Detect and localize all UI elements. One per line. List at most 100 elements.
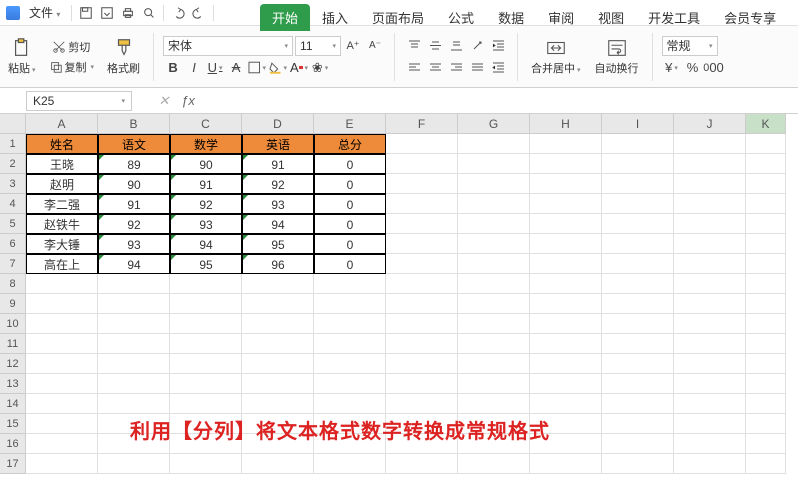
cell[interactable] [530, 454, 602, 474]
cell[interactable] [602, 254, 674, 274]
align-right-icon[interactable] [446, 58, 466, 78]
cell[interactable] [746, 434, 786, 454]
cell[interactable]: 92 [170, 194, 242, 214]
cell[interactable]: 王晓 [26, 154, 98, 174]
col-header-E[interactable]: E [314, 114, 386, 134]
cell[interactable] [98, 274, 170, 294]
cell[interactable] [746, 294, 786, 314]
cell[interactable]: 90 [170, 154, 242, 174]
merge-center-button[interactable]: 合并居中▾ [527, 35, 585, 78]
cell[interactable] [386, 454, 458, 474]
cell[interactable] [170, 374, 242, 394]
cell[interactable] [530, 214, 602, 234]
cell[interactable] [746, 214, 786, 234]
cell[interactable] [458, 194, 530, 214]
cell[interactable] [26, 434, 98, 454]
cell[interactable]: 96 [242, 254, 314, 274]
font-color-button[interactable]: A▾ [289, 58, 309, 78]
cell[interactable] [386, 334, 458, 354]
cell[interactable] [674, 354, 746, 374]
cell[interactable]: 赵明 [26, 174, 98, 194]
cell[interactable] [26, 394, 98, 414]
cell[interactable] [26, 274, 98, 294]
align-bottom-icon[interactable] [446, 36, 466, 56]
cell[interactable] [530, 134, 602, 154]
cell[interactable] [530, 154, 602, 174]
cell[interactable]: 0 [314, 234, 386, 254]
cell[interactable] [674, 154, 746, 174]
col-header-I[interactable]: I [602, 114, 674, 134]
cell[interactable] [170, 454, 242, 474]
cell[interactable] [170, 354, 242, 374]
cell[interactable] [98, 454, 170, 474]
cell[interactable] [26, 414, 98, 434]
cell[interactable] [530, 254, 602, 274]
cell[interactable]: 语文 [98, 134, 170, 154]
align-top-icon[interactable] [404, 36, 424, 56]
cell[interactable] [386, 214, 458, 234]
cell[interactable] [602, 434, 674, 454]
cell[interactable] [674, 434, 746, 454]
row-header[interactable]: 13 [0, 374, 26, 394]
file-menu[interactable]: 文件 ▾ [23, 2, 66, 23]
undo-icon[interactable] [169, 4, 187, 22]
decrease-indent-icon[interactable] [488, 58, 508, 78]
row-header[interactable]: 4 [0, 194, 26, 214]
fill-color-button[interactable]: ▾ [268, 58, 288, 78]
comma-icon[interactable]: 000 [704, 58, 724, 78]
cell[interactable] [602, 154, 674, 174]
cell[interactable] [746, 414, 786, 434]
col-header-G[interactable]: G [458, 114, 530, 134]
increase-indent-icon[interactable] [488, 36, 508, 56]
cell[interactable] [242, 374, 314, 394]
align-center-icon[interactable] [425, 58, 445, 78]
cancel-icon[interactable]: ✕ [152, 91, 176, 111]
cell[interactable]: 90 [98, 174, 170, 194]
cell[interactable]: 总分 [314, 134, 386, 154]
cell[interactable] [242, 314, 314, 334]
cell[interactable] [386, 254, 458, 274]
cell[interactable] [386, 394, 458, 414]
cell[interactable] [314, 394, 386, 414]
cell[interactable] [746, 254, 786, 274]
cell[interactable]: 李大锤 [26, 234, 98, 254]
cell[interactable] [674, 294, 746, 314]
save-icon[interactable] [77, 4, 95, 22]
cell[interactable] [746, 454, 786, 474]
row-header[interactable]: 9 [0, 294, 26, 314]
cell[interactable] [458, 214, 530, 234]
row-header[interactable]: 1 [0, 134, 26, 154]
cell[interactable]: 0 [314, 154, 386, 174]
cell[interactable] [602, 274, 674, 294]
cell[interactable] [242, 334, 314, 354]
cell[interactable] [746, 314, 786, 334]
cell[interactable] [530, 194, 602, 214]
cell[interactable] [98, 374, 170, 394]
cell[interactable] [530, 234, 602, 254]
cell[interactable] [746, 334, 786, 354]
cell[interactable] [602, 214, 674, 234]
cell[interactable] [458, 154, 530, 174]
cell[interactable] [26, 294, 98, 314]
tab-review[interactable]: 审阅 [536, 4, 586, 31]
cell[interactable] [26, 354, 98, 374]
cell[interactable] [530, 354, 602, 374]
cell[interactable] [242, 394, 314, 414]
font-name-select[interactable]: 宋体▾ [163, 36, 293, 56]
cell[interactable] [314, 314, 386, 334]
row-header[interactable]: 6 [0, 234, 26, 254]
percent-icon[interactable]: % [683, 58, 703, 78]
col-header-C[interactable]: C [170, 114, 242, 134]
cell[interactable] [242, 454, 314, 474]
cell[interactable] [98, 394, 170, 414]
cell[interactable] [674, 254, 746, 274]
cell[interactable] [386, 174, 458, 194]
cell[interactable] [674, 374, 746, 394]
cell[interactable] [674, 334, 746, 354]
tab-developer[interactable]: 开发工具 [636, 4, 712, 31]
underline-button[interactable]: U▾ [205, 58, 225, 78]
paste-button[interactable]: 粘贴▾ [4, 35, 40, 78]
row-header[interactable]: 16 [0, 434, 26, 454]
cell[interactable] [386, 354, 458, 374]
cell[interactable]: 93 [98, 234, 170, 254]
